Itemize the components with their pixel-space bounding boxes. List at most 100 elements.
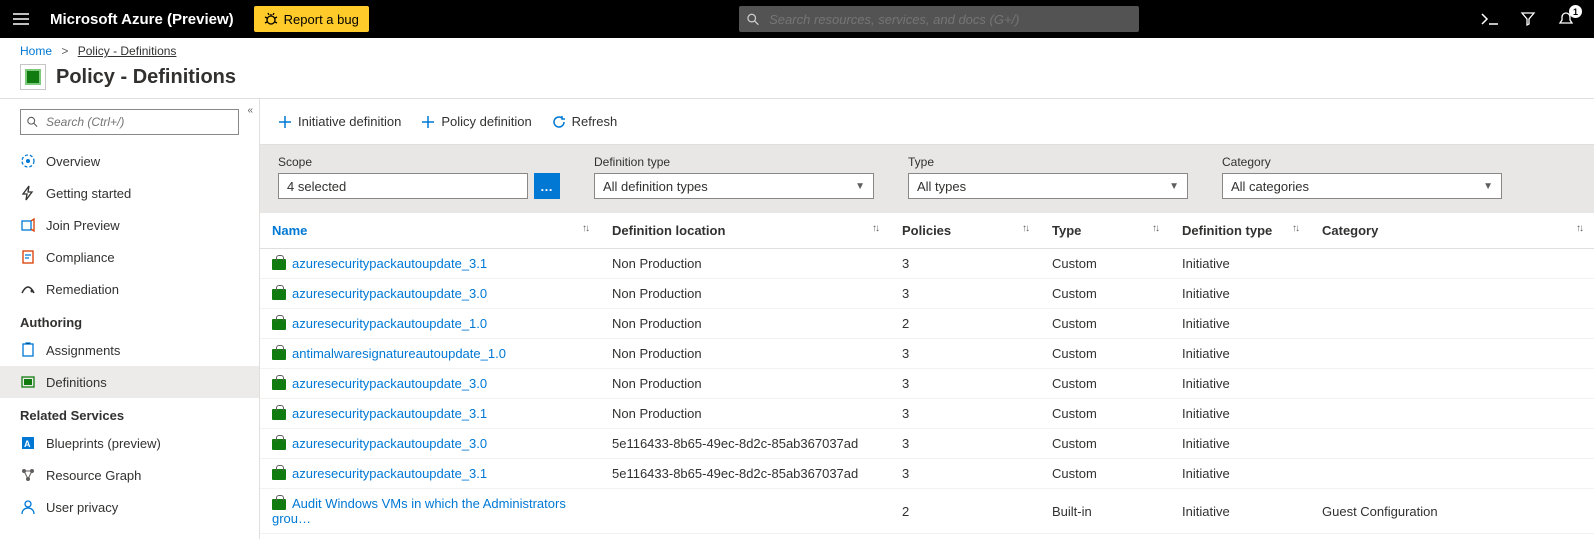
row-name[interactable]: azuresecuritypackautoupdate_3.0 — [260, 279, 600, 309]
initiative-icon — [272, 349, 286, 360]
row-type: Custom — [1040, 459, 1170, 489]
sidebar-item-label: Remediation — [46, 282, 119, 297]
breadcrumb-current: Policy - Definitions — [78, 44, 177, 58]
deftype-value: All definition types — [603, 179, 708, 194]
page-title-row: Policy - Definitions — [0, 64, 1594, 98]
sort-icon: ↑↓ — [872, 223, 878, 234]
table-row[interactable]: azuresecuritypackautoupdate_3.1Non Produ… — [260, 249, 1594, 279]
overview-icon — [20, 153, 36, 169]
row-policies: 3 — [890, 279, 1040, 309]
sidebar-item-label: Blueprints (preview) — [46, 436, 161, 451]
col-type[interactable]: Type↑↓ — [1040, 213, 1170, 249]
table-row[interactable]: azuresecuritypackautoupdate_3.1Non Produ… — [260, 399, 1594, 429]
table-row[interactable]: azuresecuritypackautoupdate_3.0Non Produ… — [260, 369, 1594, 399]
global-search-input[interactable] — [767, 11, 1131, 28]
sidebar-search-input[interactable] — [44, 114, 232, 130]
col-name[interactable]: Name↑↓ — [260, 213, 600, 249]
table-row[interactable]: antimalwaresignatureautoupdate_1.0Non Pr… — [260, 339, 1594, 369]
row-location — [600, 489, 890, 534]
row-location: Non Production — [600, 339, 890, 369]
row-deftype: Initiative — [1170, 489, 1310, 534]
notification-badge: 1 — [1569, 5, 1582, 18]
col-deftype[interactable]: Definition type↑↓ — [1170, 213, 1310, 249]
new-initiative-button[interactable]: Initiative definition — [278, 114, 401, 129]
topbar-actions: 1 — [1480, 9, 1586, 29]
row-type: Custom — [1040, 279, 1170, 309]
row-location: Non Production — [600, 369, 890, 399]
filter-definition-type: Definition type All definition types ▼ — [594, 155, 874, 199]
table-row[interactable]: azuresecuritypackautoupdate_3.05e116433-… — [260, 429, 1594, 459]
scope-value: 4 selected — [287, 179, 346, 194]
filter-scope: Scope 4 selected … — [278, 155, 560, 199]
row-location: Non Production — [600, 309, 890, 339]
sidebar-item-compliance[interactable]: Compliance — [0, 241, 259, 273]
refresh-button[interactable]: Refresh — [552, 114, 618, 129]
table-row[interactable]: azuresecuritypackautoupdate_3.15e116433-… — [260, 459, 1594, 489]
table-row[interactable]: azuresecuritypackautoupdate_3.0Non Produ… — [260, 279, 1594, 309]
col-category[interactable]: Category↑↓ — [1310, 213, 1594, 249]
menu-toggle[interactable] — [8, 6, 34, 32]
row-type: Custom — [1040, 309, 1170, 339]
sidebar-item-remediation[interactable]: Remediation — [0, 273, 259, 305]
directory-filter-button[interactable] — [1518, 9, 1538, 29]
sidebar-item-assignments[interactable]: Assignments — [0, 334, 259, 366]
sort-icon: ↑↓ — [1152, 223, 1158, 234]
table-row[interactable]: Audit Windows VMs in which the Administr… — [260, 489, 1594, 534]
scope-dropdown[interactable]: 4 selected — [278, 173, 528, 199]
cloud-shell-icon — [1481, 12, 1499, 26]
col-policies[interactable]: Policies↑↓ — [890, 213, 1040, 249]
notifications-button[interactable]: 1 — [1556, 9, 1576, 29]
row-location: 5e116433-8b65-49ec-8d2c-85ab367037ad — [600, 429, 890, 459]
row-name[interactable]: azuresecuritypackautoupdate_3.1 — [260, 459, 600, 489]
type-value: All types — [917, 179, 966, 194]
row-name[interactable]: azuresecuritypackautoupdate_1.0 — [260, 309, 600, 339]
page-icon — [20, 64, 46, 90]
filter-icon — [1520, 11, 1536, 27]
row-name[interactable]: azuresecuritypackautoupdate_3.0 — [260, 429, 600, 459]
sidebar-item-join-preview[interactable]: Join Preview — [0, 209, 259, 241]
breadcrumb-separator: > — [61, 44, 68, 58]
row-name[interactable]: azuresecuritypackautoupdate_3.0 — [260, 369, 600, 399]
row-name[interactable]: antimalwaresignatureautoupdate_1.0 — [260, 339, 600, 369]
row-category — [1310, 309, 1594, 339]
preview-icon — [20, 217, 36, 233]
definitions-icon — [20, 374, 36, 390]
row-deftype: Initiative — [1170, 399, 1310, 429]
row-deftype: Initiative — [1170, 249, 1310, 279]
cloud-shell-button[interactable] — [1480, 9, 1500, 29]
filter-deftype-label: Definition type — [594, 155, 874, 169]
new-initiative-label: Initiative definition — [298, 114, 401, 129]
row-name[interactable]: Audit Windows VMs in which the Administr… — [260, 489, 600, 534]
new-policy-button[interactable]: Policy definition — [421, 114, 531, 129]
graph-icon — [20, 467, 36, 483]
scope-picker-button[interactable]: … — [534, 173, 560, 199]
row-category — [1310, 369, 1594, 399]
filter-category: Category All categories ▼ — [1222, 155, 1502, 199]
table-row[interactable]: azuresecuritypackautoupdate_1.0Non Produ… — [260, 309, 1594, 339]
sidebar-item-user-privacy[interactable]: User privacy — [0, 491, 259, 523]
initiative-icon — [272, 289, 286, 300]
row-name[interactable]: azuresecuritypackautoupdate_3.1 — [260, 399, 600, 429]
report-bug-button[interactable]: Report a bug — [254, 6, 369, 32]
sidebar-item-overview[interactable]: Overview — [0, 145, 259, 177]
sidebar-item-definitions[interactable]: Definitions — [0, 366, 259, 398]
sidebar-collapse[interactable]: « — [247, 105, 253, 116]
type-dropdown[interactable]: All types ▼ — [908, 173, 1188, 199]
row-deftype: Initiative — [1170, 369, 1310, 399]
breadcrumb-home[interactable]: Home — [20, 44, 52, 58]
col-location[interactable]: Definition location↑↓ — [600, 213, 890, 249]
deftype-dropdown[interactable]: All definition types ▼ — [594, 173, 874, 199]
sidebar-item-blueprints[interactable]: A Blueprints (preview) — [0, 427, 259, 459]
sidebar-search[interactable] — [20, 109, 239, 135]
row-category — [1310, 429, 1594, 459]
search-icon — [27, 116, 38, 128]
report-bug-label: Report a bug — [284, 12, 359, 27]
category-dropdown[interactable]: All categories ▼ — [1222, 173, 1502, 199]
category-value: All categories — [1231, 179, 1309, 194]
global-search[interactable] — [739, 6, 1139, 32]
row-category — [1310, 339, 1594, 369]
sidebar-item-getting-started[interactable]: Getting started — [0, 177, 259, 209]
initiative-icon — [272, 259, 286, 270]
sidebar-item-resource-graph[interactable]: Resource Graph — [0, 459, 259, 491]
row-name[interactable]: azuresecuritypackautoupdate_3.1 — [260, 249, 600, 279]
